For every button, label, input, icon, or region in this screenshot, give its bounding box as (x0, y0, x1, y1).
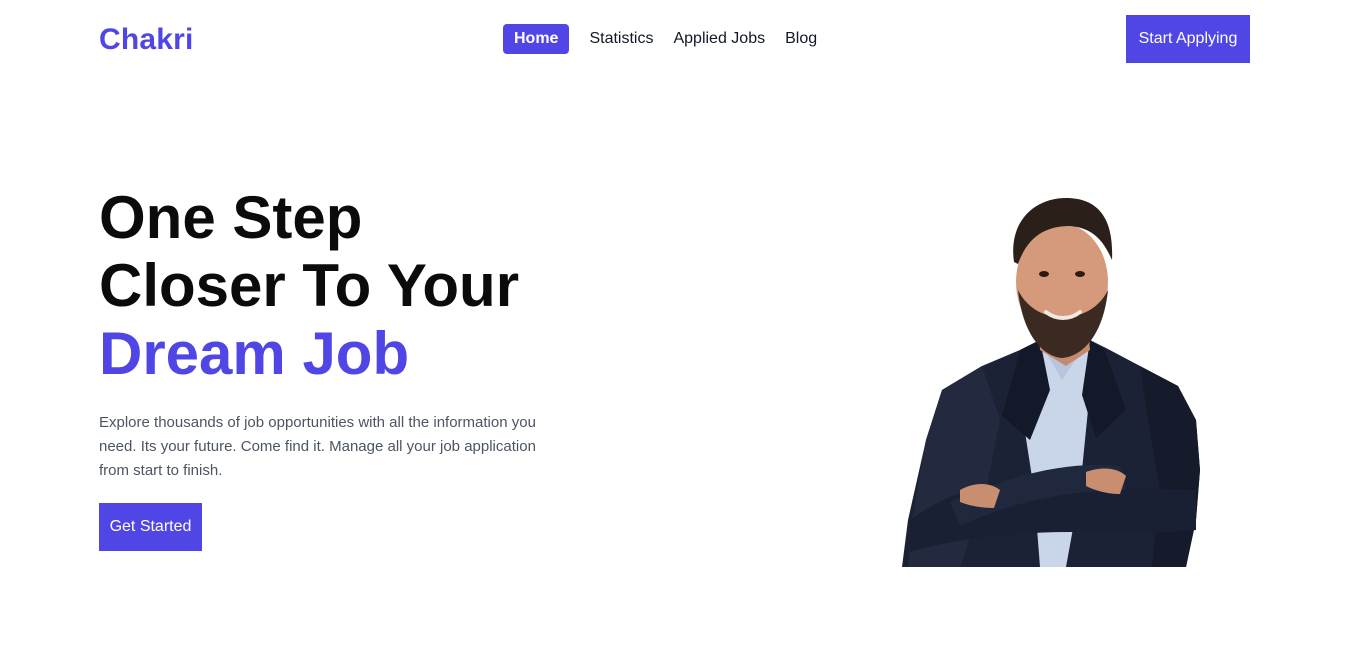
main-nav: Home Statistics Applied Jobs Blog (503, 24, 827, 54)
hero-description: Explore thousands of job opportunities w… (99, 414, 536, 479)
hero-title-line-2: Closer To Your (99, 252, 520, 319)
nav-item-applied-jobs[interactable]: Applied Jobs (663, 24, 775, 54)
page: Chakri Home Statistics Applied Jobs Blog… (0, 0, 1349, 648)
hero-title-accent: Dream Job (99, 320, 410, 387)
nav-item-blog[interactable]: Blog (775, 24, 827, 54)
hero-title: One Step Closer To Your Dream Job (99, 184, 519, 388)
start-applying-button[interactable]: Start Applying (1126, 15, 1250, 63)
header: Chakri Home Statistics Applied Jobs Blog… (0, 0, 1349, 80)
hero-title-line-1: One Step (99, 184, 363, 251)
nav-item-home[interactable]: Home (503, 24, 570, 54)
logo[interactable]: Chakri (99, 22, 194, 58)
nav-item-statistics[interactable]: Statistics (579, 24, 663, 54)
hero-portrait-image (902, 198, 1200, 567)
get-started-button[interactable]: Get Started (99, 503, 202, 551)
